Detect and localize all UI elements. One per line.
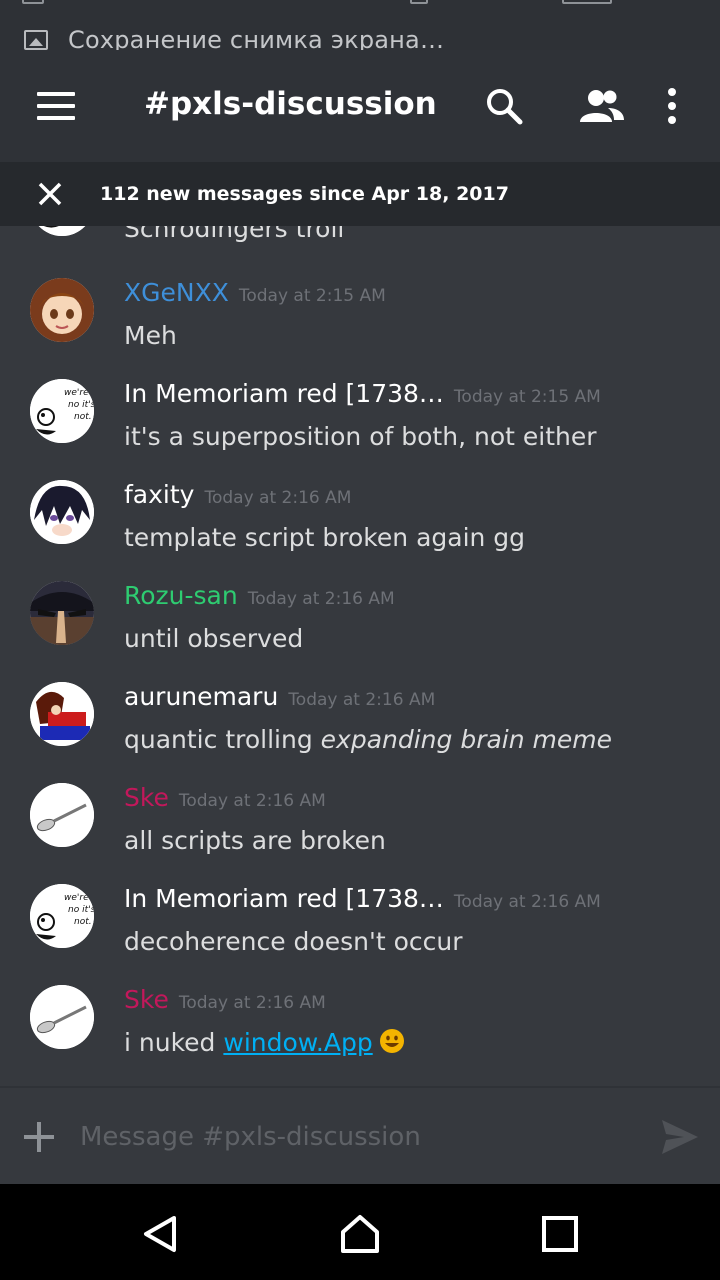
message-input[interactable] — [80, 1114, 640, 1160]
message-text-italic: expanding brain meme — [320, 725, 613, 754]
message-text: Meh — [124, 321, 177, 350]
timestamp: Today at 2:15 AM — [238, 286, 386, 306]
more-options-icon[interactable] — [652, 86, 692, 126]
message-header: Ske Today at 2:16 AM — [124, 985, 326, 1017]
message-header: XGeNXX Today at 2:15 AM — [124, 278, 386, 310]
avatar[interactable]: we're no it's not. — [30, 379, 94, 443]
message-header: Rozu-san Today at 2:16 AM — [124, 581, 395, 613]
message-text-plain: quantic trolling — [124, 725, 321, 754]
message-text-plain: i nuked — [124, 1028, 224, 1057]
message-text: all scripts are broken — [124, 826, 386, 855]
list-item: Schrödingers troll — [0, 226, 720, 254]
channel-title: #pxls-discussion — [144, 86, 437, 122]
system-nav-bar — [0, 1184, 720, 1280]
app-bar: #pxls-discussion — [0, 50, 720, 162]
username[interactable]: Rozu-san — [124, 581, 238, 610]
message-text: until observed — [124, 624, 304, 653]
username[interactable]: Ske — [124, 985, 169, 1014]
message-text: it's a superposition of both, not either — [124, 422, 597, 451]
svg-text:we're: we're — [64, 893, 89, 903]
avatar[interactable] — [30, 581, 94, 645]
message-list[interactable]: Schrödingers troll XGeNXX Today at 2:15 A… — [0, 226, 720, 1086]
message-item: Ske Today at 2:16 AM i nuked window.App — [0, 985, 720, 1086]
avatar[interactable] — [30, 985, 94, 1049]
message-header: aurunemaru Today at 2:16 AM — [124, 682, 435, 714]
svg-text:we're: we're — [64, 388, 89, 398]
send-icon[interactable] — [660, 1118, 700, 1156]
message-header: faxity Today at 2:16 AM — [124, 480, 351, 512]
avatar[interactable]: we're no it's not. — [30, 884, 94, 948]
message-header: In Memoriam red [1738… Today at 2:16 AM — [124, 884, 601, 916]
username[interactable]: faxity — [124, 480, 194, 509]
message-header: In Memoriam red [1738… Today at 2:15 AM — [124, 379, 601, 411]
timestamp: Today at 2:16 AM — [247, 589, 395, 609]
image-icon — [24, 30, 48, 50]
avatar[interactable] — [30, 682, 94, 746]
recent-apps-icon[interactable] — [540, 1214, 580, 1254]
message-composer — [0, 1086, 720, 1184]
message-text: decoherence doesn't occur — [124, 927, 463, 956]
message-item: we're no it's not. In Memoriam red [1738… T… — [0, 884, 720, 985]
timestamp: Today at 2:16 AM — [453, 892, 601, 912]
username[interactable]: aurunemaru — [124, 682, 278, 711]
message-text: i nuked window.App — [124, 1028, 405, 1057]
message-item: we're no it's not. In Memoriam red [1738… T… — [0, 379, 720, 480]
search-icon[interactable] — [484, 86, 524, 126]
message-item: aurunemaru Today at 2:16 AM quantic troll… — [0, 682, 720, 783]
username[interactable]: Ske — [124, 783, 169, 812]
plus-icon[interactable] — [24, 1122, 54, 1152]
message-text: template script broken again gg — [124, 523, 526, 552]
members-icon[interactable] — [578, 86, 624, 126]
username[interactable]: In Memoriam red [1738… — [124, 379, 444, 408]
battery-icon — [562, 0, 612, 4]
timestamp: Today at 2:15 AM — [453, 387, 601, 407]
svg-text:not.: not. — [74, 412, 92, 422]
timestamp: Today at 2:16 AM — [178, 993, 326, 1013]
menu-icon[interactable] — [37, 92, 75, 120]
message-item: XGeNXX Today at 2:15 AM Meh — [0, 278, 720, 379]
avatar[interactable] — [30, 783, 94, 847]
new-messages-text: 112 new messages since Apr 18, 2017 — [100, 183, 509, 205]
timestamp: Today at 2:16 AM — [288, 690, 436, 710]
close-icon[interactable] — [34, 178, 66, 210]
message-text: quantic trolling expanding brain meme — [124, 725, 612, 754]
avatar[interactable] — [30, 480, 94, 544]
home-icon[interactable] — [340, 1214, 380, 1254]
status-bar: Сохранение снимка экрана… — [0, 0, 720, 50]
timestamp: Today at 2:16 AM — [204, 488, 352, 508]
message-text: Schrödingers troll — [124, 226, 345, 243]
username[interactable]: XGeNXX — [124, 278, 229, 307]
back-icon[interactable] — [140, 1214, 180, 1254]
message-header: Ske Today at 2:16 AM — [124, 783, 326, 815]
svg-text:no it's: no it's — [68, 400, 94, 410]
message-item: faxity Today at 2:16 AM template script b… — [0, 480, 720, 581]
timestamp: Today at 2:16 AM — [178, 791, 326, 811]
svg-text:not.: not. — [74, 917, 92, 927]
message-link[interactable]: window.App — [223, 1028, 372, 1057]
status-icon — [410, 0, 428, 4]
status-icons — [0, 0, 720, 8]
svg-text:no it's: no it's — [68, 905, 94, 915]
grinning-face-emoji — [379, 1028, 405, 1054]
message-item: Ske Today at 2:16 AM all scripts are brok… — [0, 783, 720, 884]
new-messages-banner[interactable]: 112 new messages since Apr 18, 2017 — [0, 162, 720, 226]
status-icon — [22, 0, 44, 4]
message-item: Rozu-san Today at 2:16 AM until observed — [0, 581, 720, 682]
username[interactable]: In Memoriam red [1738… — [124, 884, 444, 913]
avatar[interactable] — [30, 226, 94, 236]
notification-text: Сохранение снимка экрана… — [68, 26, 445, 50]
avatar[interactable] — [30, 278, 94, 342]
